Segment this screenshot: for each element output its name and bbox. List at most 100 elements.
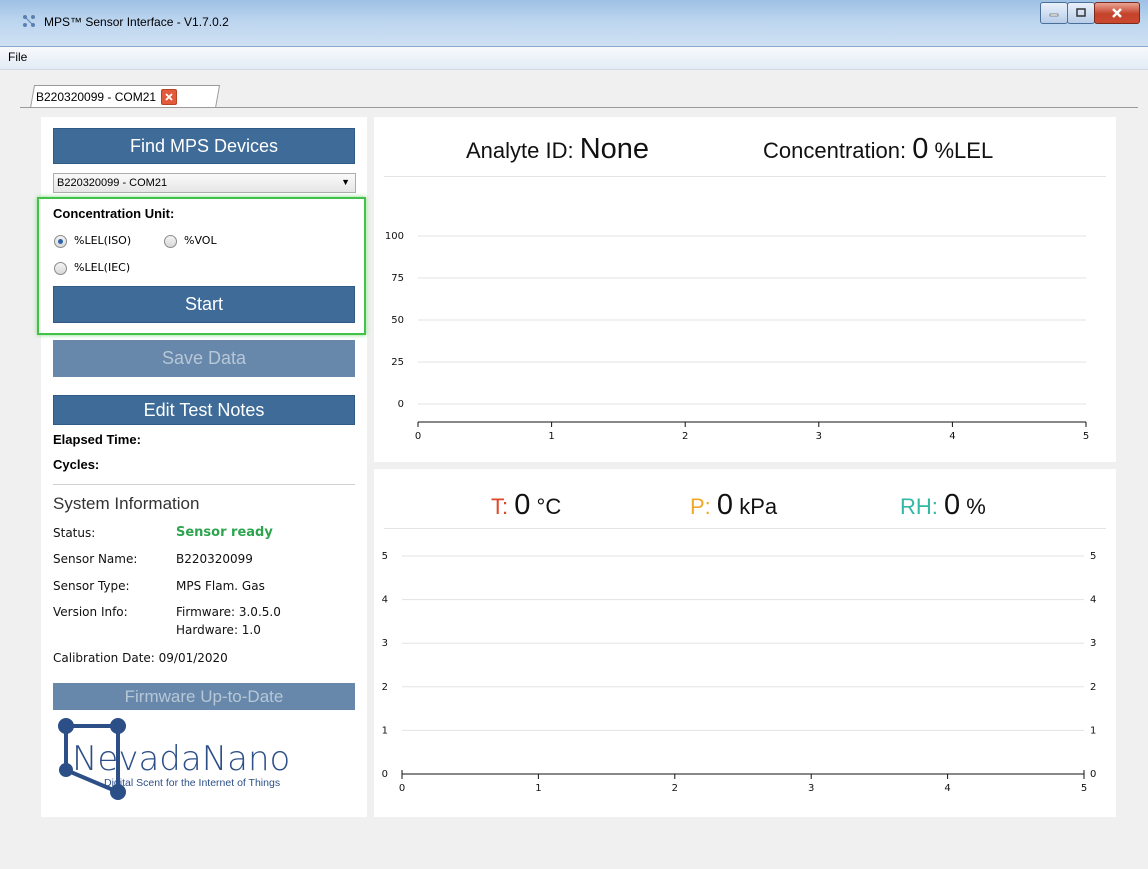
environment-chart: 0123450123450 1 2 3 4 5: [382, 551, 1097, 794]
x-tick-label: 1: [548, 431, 554, 442]
y2-tick-label: 3: [1090, 638, 1096, 649]
x-tick-label: 2: [672, 783, 678, 794]
temperature-header: T: 0 °C: [491, 489, 561, 522]
status-value: Sensor ready: [176, 525, 273, 540]
y-tick-label: 0: [382, 769, 388, 780]
close-icon: [165, 93, 173, 101]
radio-lel-iso[interactable]: [54, 235, 67, 248]
nevadanano-logo: NevadaNano Digital Scent for the Interne…: [58, 718, 290, 800]
x-tick-label: 3: [816, 431, 822, 442]
close-icon: [1112, 8, 1122, 18]
x-tick-label: 2: [682, 431, 688, 442]
humidity-header: RH: 0 %: [900, 489, 986, 522]
y-tick-label: 100: [385, 231, 404, 242]
concentration-header: Concentration: 0 %LEL: [763, 133, 993, 166]
radio-vol[interactable]: [164, 235, 177, 248]
tab-divider: [20, 107, 1138, 108]
y2-tick-label: 5: [1090, 551, 1096, 562]
y-tick-label: 75: [391, 273, 404, 284]
y-tick-label: 5: [382, 551, 388, 562]
y2-tick-label: 0: [1090, 769, 1096, 780]
humidity-unit: %: [966, 494, 986, 519]
status-key: Status:: [53, 526, 96, 540]
concentration-value: 0: [912, 133, 929, 165]
chevron-down-icon: ▼: [341, 177, 350, 187]
x-tick-label: 5: [1081, 783, 1087, 794]
tab-label: B220320099 - COM21: [36, 90, 157, 104]
firmware-up-to-date-button[interactable]: Firmware Up-to-Date: [53, 683, 355, 710]
header-divider: [384, 176, 1106, 177]
x-tick-label: 3: [808, 783, 814, 794]
device-select[interactable]: B220320099 - COM21 ▼: [53, 173, 356, 193]
concentration-label: Concentration:: [763, 138, 907, 163]
version-info-key: Version Info:: [53, 605, 128, 619]
concentration-unit-label: Concentration Unit:: [53, 206, 175, 221]
x-tick-label: 1: [535, 783, 541, 794]
hardware-version-value: Hardware: 1.0: [176, 623, 261, 637]
pressure-label: P:: [690, 494, 711, 519]
analyte-label: Analyte ID:: [466, 138, 574, 163]
sensor-type-value: MPS Flam. Gas: [176, 579, 265, 593]
radio-lel-iso-label: %LEL(ISO): [74, 234, 132, 247]
sensor-name-key: Sensor Name:: [53, 552, 138, 566]
radio-lel-iec[interactable]: [54, 262, 67, 275]
find-devices-button[interactable]: Find MPS Devices: [53, 128, 355, 164]
logo-wordmark: NevadaNano: [72, 739, 290, 779]
y2-tick-label: 2: [1090, 682, 1096, 693]
tab-close-button[interactable]: [161, 89, 178, 105]
humidity-label: RH:: [900, 494, 938, 519]
x-tick-label: 4: [944, 783, 950, 794]
elapsed-time-label: Elapsed Time:: [53, 432, 141, 447]
pressure-header: P: 0 kPa: [690, 489, 777, 522]
y-tick-label: 4: [382, 595, 388, 606]
minimize-button[interactable]: [1040, 2, 1068, 24]
radio-vol-label: %VOL: [184, 234, 217, 247]
maximize-icon: [1076, 8, 1086, 17]
close-button[interactable]: [1094, 2, 1140, 24]
section-divider: [53, 484, 355, 485]
firmware-version-value: Firmware: 3.0.5.0: [176, 605, 281, 619]
y2-tick-label: 1: [1090, 725, 1096, 736]
sensor-type-key: Sensor Type:: [53, 579, 130, 593]
app-icon: [23, 15, 35, 27]
temperature-label: T:: [491, 494, 509, 519]
menu-bar: File: [0, 47, 1148, 70]
start-button[interactable]: Start: [53, 286, 355, 323]
pressure-unit: kPa: [739, 494, 778, 519]
y-tick-label: 1: [382, 725, 388, 736]
title-bar: MPS™ Sensor Interface - V1.7.0.2: [0, 0, 1148, 47]
analyte-header: Analyte ID: None: [466, 133, 649, 166]
y2-tick-label: 4: [1090, 595, 1096, 606]
y-tick-label: 2: [382, 682, 388, 693]
x-tick-label: 5: [1083, 431, 1089, 442]
header-divider: [384, 528, 1106, 529]
x-tick-label: 0: [399, 783, 405, 794]
concentration-chart: 0 25 50 75 100 0 1 2 3 4 5: [385, 231, 1089, 442]
menu-file[interactable]: File: [8, 50, 27, 64]
pressure-value: 0: [716, 489, 734, 521]
system-info-title: System Information: [53, 494, 200, 513]
humidity-value: 0: [944, 489, 961, 521]
sensor-name-value: B220320099: [176, 552, 253, 566]
save-data-button[interactable]: Save Data: [53, 340, 355, 377]
analyte-value: None: [579, 133, 650, 165]
logo-tagline: Digital Scent for the Internet of Things: [104, 777, 280, 789]
y-tick-label: 50: [391, 315, 404, 326]
device-tab-content[interactable]: B220320099 - COM21: [36, 88, 178, 106]
y-tick-label: 0: [398, 399, 404, 410]
x-tick-label: 0: [415, 431, 421, 442]
maximize-button[interactable]: [1067, 2, 1095, 24]
x-tick-label: 4: [949, 431, 955, 442]
minimize-icon: [1049, 13, 1059, 17]
window-title: MPS™ Sensor Interface - V1.7.0.2: [44, 15, 229, 29]
y-tick-label: 25: [391, 357, 404, 368]
y-tick-label: 3: [382, 638, 388, 649]
calibration-date: Calibration Date: 09/01/2020: [53, 651, 228, 665]
radio-lel-iec-label: %LEL(IEC): [74, 261, 131, 274]
cycles-label: Cycles:: [53, 457, 100, 472]
edit-test-notes-button[interactable]: Edit Test Notes: [53, 395, 355, 425]
temperature-unit: °C: [536, 494, 562, 519]
concentration-unit: %LEL: [934, 138, 994, 163]
temperature-value: 0: [514, 489, 531, 521]
device-select-value: B220320099 - COM21: [57, 177, 168, 189]
